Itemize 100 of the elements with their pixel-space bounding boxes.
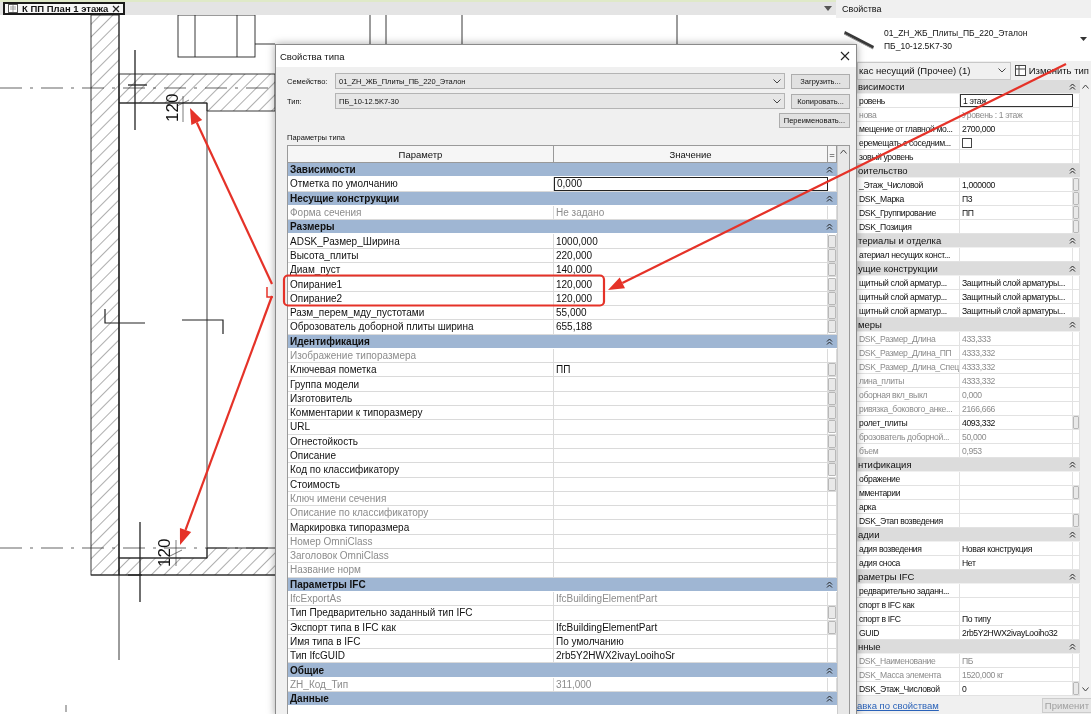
parameter-name: Высота_плиты [288,248,554,263]
scroll-up-icon[interactable] [840,149,847,154]
dimension-label: 120 [163,93,182,122]
group-header[interactable]: ущие конструкции [857,262,1080,276]
scroll-up-icon[interactable] [1082,84,1089,89]
column-header[interactable]: Параметр [288,146,554,162]
collapse-icon[interactable] [826,695,833,703]
parameter-button[interactable] [828,263,836,277]
parameter-button[interactable] [1073,416,1079,429]
group-header[interactable]: териалы и отделка [857,234,1080,248]
parameter-value: Защитный слой арматуры... [960,304,1073,317]
group-header[interactable]: Размеры [288,220,837,235]
collapse-icon[interactable] [826,223,833,231]
collapse-icon[interactable] [1069,237,1076,244]
parameter-value: Нет [960,556,1073,569]
category-dropdown[interactable]: кас несущий (Прочее) (1) [857,61,1011,80]
parameter-name: Форма сечения [288,205,554,220]
close-icon[interactable] [112,4,121,13]
group-header[interactable]: нтификация [857,458,1080,472]
group-header[interactable]: меры [857,318,1080,332]
collapse-icon[interactable] [1069,643,1076,650]
collapse-icon[interactable] [826,194,833,202]
parameter-value: 4333,332 [960,360,1073,373]
parameter-name: Описание по классификатору [288,506,554,520]
parameter-value: 0,953 [960,444,1073,457]
parameter-value: Не задано [554,205,828,220]
parameter-button[interactable] [828,277,836,291]
parameter-button[interactable] [828,391,836,405]
parameter-button[interactable] [828,463,836,477]
parameter-button[interactable] [1073,514,1079,527]
group-header[interactable]: Зависимости [288,163,837,178]
group-header[interactable]: нные [857,640,1080,654]
parameter-value: Новая конструкция [960,542,1073,555]
parameter-button[interactable] [1073,192,1079,205]
group-header[interactable]: висимости [857,80,1080,94]
parameter-value: 0,000 [960,388,1073,401]
parameter-button[interactable] [828,449,836,463]
parameter-value: 433,333 [960,332,1073,345]
collapse-icon[interactable] [1069,531,1076,538]
parameter-button[interactable] [828,363,836,377]
checkbox[interactable] [962,137,972,148]
panel-title: Свойства [841,3,883,16]
parameter-name: Отметка по умолчанию [288,177,554,191]
parameter-name: Тип Предварительно заданный тип IFC [288,606,554,620]
parameter-value: 50,000 [960,430,1073,443]
collapse-icon[interactable] [826,666,833,674]
parameter-button[interactable] [1073,220,1079,233]
parameter-button[interactable] [828,377,836,391]
collapse-icon[interactable] [826,580,833,588]
caret-icon [773,78,781,84]
parameter-button[interactable] [828,234,836,248]
close-icon[interactable] [840,51,850,61]
collapse-icon[interactable] [1069,167,1076,174]
collapse-icon[interactable] [826,337,833,345]
parameter-button[interactable] [828,291,836,305]
value-field[interactable]: 1 этаж [960,94,1073,107]
plan-view-icon [8,4,18,13]
parameter-name: Опирание1 [288,277,554,291]
parameter-button[interactable] [828,420,836,434]
parameter-value: 4333,332 [960,374,1073,387]
parameter-button[interactable] [828,620,836,634]
parameter-value: 2rb5Y2HWX2ivayLooiho32 [960,626,1073,639]
parameter-name: Описание [288,448,554,463]
view-tab[interactable]: К ПП План 1 этажа [3,2,126,15]
parameter-name: Экспорт типа в IFC как [288,620,554,634]
scroll-down-icon[interactable] [1082,687,1089,692]
parameter-button[interactable] [828,477,836,491]
parameter-button[interactable] [828,320,836,334]
parameter-button[interactable] [1073,178,1079,191]
column-header[interactable]: Значение [554,146,828,162]
collapse-icon[interactable] [826,166,833,174]
value-field[interactable]: 0,000 [554,177,828,191]
parameter-button[interactable] [1073,486,1079,499]
parameter-button[interactable] [828,248,836,262]
parameter-name: Тип IfcGUID [288,649,554,663]
caret-icon[interactable] [1080,37,1087,42]
parameter-button[interactable] [1073,206,1079,219]
collapse-icon[interactable] [1069,573,1076,580]
help-link[interactable]: авка по свойствам [857,699,939,711]
group-header[interactable]: адии [857,528,1080,542]
collapse-icon[interactable] [1069,83,1076,90]
parameter-value: Защитный слой арматуры... [960,276,1073,289]
parameter-button[interactable] [828,434,836,448]
scrollbar[interactable] [837,146,849,714]
parameter-name: Опирание2 [288,291,554,305]
parameter-value: По типу [960,612,1073,625]
caret-icon [997,68,1006,73]
parameter-button[interactable] [828,606,836,620]
collapse-icon[interactable] [1069,461,1076,468]
parameter-value: По умолчанию [554,634,828,649]
collapse-icon[interactable] [1069,265,1076,272]
parameter-name: Ключевая пометка [288,363,554,377]
group-header[interactable]: Общие [288,663,837,678]
parameter-button[interactable] [828,406,836,420]
caret-icon[interactable] [824,5,832,12]
collapse-icon[interactable] [1069,321,1076,328]
group-header[interactable]: оительство [857,164,1080,178]
parameter-button[interactable] [828,306,836,320]
type-family: 01_ZH_ЖБ_Плиты_ПБ_220_Эталон [884,28,1029,38]
group-header[interactable]: раметры IFC [857,570,1080,584]
